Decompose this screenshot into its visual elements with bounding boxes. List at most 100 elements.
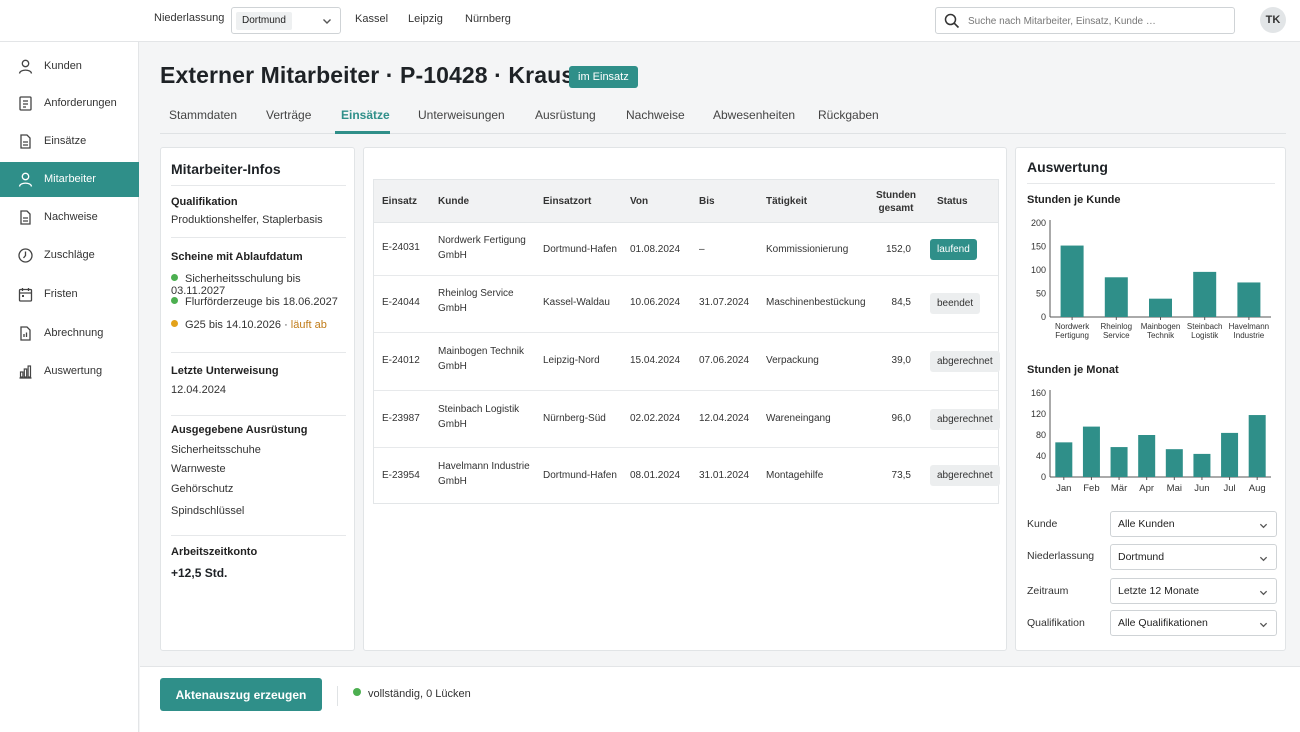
sidebar-item-kunden[interactable]: Kunden bbox=[0, 49, 139, 84]
table-row[interactable]: E-24012 Mainbogen Technik GmbH Leipzig-No… bbox=[374, 333, 1000, 391]
einsaetze-table-card: Einsatz Kunde Einsatzort Von Bis Tätigke… bbox=[363, 147, 1007, 651]
cell-bis: 31.07.2024 bbox=[699, 297, 750, 308]
column-header[interactable]: Einsatzort bbox=[543, 196, 591, 207]
qualifikation-value: Produktionshelfer, Staplerbasis bbox=[171, 214, 323, 226]
aktenauszug-button[interactable]: Aktenauszug erzeugen bbox=[160, 678, 322, 711]
cell-taetigkeit: Verpackung bbox=[766, 355, 819, 366]
status-badge: abgerechnet bbox=[930, 351, 1000, 372]
status-dot bbox=[171, 297, 178, 304]
status-dot bbox=[171, 320, 178, 327]
unterweisung-value: 12.04.2024 bbox=[171, 384, 227, 396]
x-tick-label: Mai bbox=[1167, 483, 1182, 494]
schein-item: Flurförderzeuge bis 18.06.2027 bbox=[171, 296, 338, 308]
tab-einsaetze[interactable]: Einsätze bbox=[341, 108, 390, 122]
tab-unterweisungen[interactable]: Unterweisungen bbox=[418, 108, 505, 122]
sidebar-item-fristen[interactable]: Fristen bbox=[0, 277, 139, 312]
column-header[interactable]: Einsatz bbox=[382, 196, 417, 207]
cell-stunden: 152,0 bbox=[885, 244, 911, 255]
chart-title-monat: Stunden je Monat bbox=[1027, 364, 1119, 376]
tab-rueckgaben[interactable]: Rückgaben bbox=[818, 108, 879, 122]
cell-einsatz: E-23987 bbox=[382, 413, 420, 424]
y-tick-label: 0 bbox=[1041, 312, 1046, 322]
sidebar-item-auswertung[interactable]: Auswertung bbox=[0, 354, 139, 389]
tab-ausruestung[interactable]: Ausrüstung bbox=[535, 108, 596, 122]
quick-link-leipzig[interactable]: Leipzig bbox=[408, 13, 443, 25]
filter-select-qualifikation[interactable]: Alle Qualifikationen bbox=[1110, 610, 1277, 636]
cell-stunden: 39,0 bbox=[891, 355, 911, 366]
quick-link-kassel[interactable]: Kassel bbox=[355, 13, 388, 25]
sidebar-item-label: Nachweise bbox=[44, 211, 98, 223]
search-icon bbox=[944, 13, 960, 29]
bar bbox=[1237, 282, 1261, 317]
bar bbox=[1165, 449, 1183, 477]
active-tab-indicator bbox=[335, 131, 390, 134]
avatar[interactable]: TK bbox=[1260, 7, 1286, 33]
filter-label-qualifikation: Qualifikation bbox=[1027, 617, 1085, 629]
tab-vertraege[interactable]: Verträge bbox=[266, 108, 311, 122]
cell-taetigkeit: Maschinenbestückung bbox=[766, 297, 866, 308]
chevron-down-icon bbox=[1259, 622, 1268, 628]
table-row[interactable]: E-23954 Havelmann Industrie GmbH Dortmund… bbox=[374, 448, 1000, 504]
tab-nachweise[interactable]: Nachweise bbox=[626, 108, 685, 122]
divider bbox=[171, 415, 346, 416]
search-input[interactable] bbox=[968, 12, 1228, 30]
completeness-status: vollständig, 0 Lücken bbox=[353, 688, 471, 700]
cell-kunde: Havelmann Industrie GmbH bbox=[438, 461, 530, 487]
sidebar-item-mitarbeiter[interactable]: Mitarbeiter bbox=[0, 162, 139, 197]
filter-label-zeitraum: Zeitraum bbox=[1027, 585, 1069, 597]
y-tick-label: 120 bbox=[1031, 409, 1046, 419]
cell-von: 10.06.2024 bbox=[630, 297, 681, 308]
column-header[interactable]: Stunden gesamt bbox=[876, 189, 916, 215]
x-tick-label: Rheinlog Service bbox=[1101, 322, 1133, 340]
divider bbox=[171, 237, 346, 238]
tab-stammdaten[interactable]: Stammdaten bbox=[169, 108, 237, 122]
filter-select-kunde[interactable]: Alle Kunden bbox=[1110, 511, 1277, 537]
divider bbox=[171, 535, 346, 536]
column-header[interactable]: Status bbox=[937, 196, 968, 207]
sidebar-item-einsaetze[interactable]: Einsätze bbox=[0, 124, 139, 159]
cell-kunde: Steinbach Logistik GmbH bbox=[438, 404, 520, 430]
column-header[interactable]: Von bbox=[630, 196, 648, 207]
search-box[interactable] bbox=[935, 7, 1235, 34]
table-row[interactable]: E-23987 Steinbach Logistik GmbH Nürnberg-… bbox=[374, 391, 1000, 448]
cell-einsatzort: Nürnberg-Süd bbox=[543, 413, 606, 424]
cell-kunde: Mainbogen Technik GmbH bbox=[438, 346, 524, 372]
quick-link-nuernberg[interactable]: Nürnberg bbox=[465, 13, 511, 25]
table-row[interactable]: E-24031 Nordwerk Fertigung GmbH Dortmund-… bbox=[374, 223, 998, 276]
sidebar-item-abrechnung[interactable]: Abrechnung bbox=[0, 316, 139, 351]
y-tick-label: 200 bbox=[1031, 218, 1046, 228]
column-header[interactable]: Bis bbox=[699, 196, 715, 207]
auswertung-card: Auswertung Stunden je Kunde 0 50 100 150 200… bbox=[1015, 147, 1286, 651]
divider bbox=[171, 352, 346, 353]
sidebar-item-label: Zuschläge bbox=[44, 249, 95, 261]
chevron-down-icon bbox=[1259, 556, 1268, 562]
y-tick-label: 50 bbox=[1036, 289, 1046, 299]
niederlassung-select[interactable]: Dortmund bbox=[231, 7, 341, 34]
cell-bis: – bbox=[699, 244, 705, 255]
schein-item: Sicherheitsschulung bis 03.11.2027 bbox=[171, 273, 301, 297]
table-row[interactable]: E-24044 Rheinlog Service GmbH Kassel-Wald… bbox=[374, 276, 998, 333]
chevron-down-icon bbox=[1259, 590, 1268, 596]
cell-taetigkeit: Wareneingang bbox=[766, 413, 831, 424]
sidebar-item-zuschlaege[interactable]: Zuschläge bbox=[0, 238, 139, 273]
sidebar-item-label: Anforderungen bbox=[44, 97, 117, 109]
top-bar: Niederlassung Dortmund Kassel Leipzig Nü… bbox=[0, 0, 1300, 42]
filter-select-niederlassung[interactable]: Dortmund bbox=[1110, 544, 1277, 570]
bar bbox=[1082, 426, 1100, 477]
cell-taetigkeit: Montagehilfe bbox=[766, 470, 824, 481]
tab-abwesenheiten[interactable]: Abwesenheiten bbox=[713, 108, 795, 122]
divider bbox=[1027, 183, 1275, 184]
sidebar-item-anforderungen[interactable]: Anforderungen bbox=[0, 86, 139, 121]
filter-select-zeitraum[interactable]: Letzte 12 Monate bbox=[1110, 578, 1277, 604]
card-title: Auswertung bbox=[1027, 159, 1108, 175]
select-value: Letzte 12 Monate bbox=[1118, 585, 1200, 597]
x-tick-label: Havelmann Industrie bbox=[1229, 322, 1269, 340]
column-header[interactable]: Kunde bbox=[438, 196, 469, 207]
sidebar-item-nachweise[interactable]: Nachweise bbox=[0, 200, 139, 235]
niederlassung-chip[interactable]: Dortmund bbox=[236, 12, 292, 30]
column-header[interactable]: Tätigkeit bbox=[766, 196, 807, 207]
cell-einsatzort: Dortmund-Hafen bbox=[543, 244, 617, 255]
tab-bar: Stammdaten Verträge Einsätze Unterweisun… bbox=[160, 98, 1286, 134]
divider bbox=[337, 686, 338, 706]
status-badge: abgerechnet bbox=[930, 409, 1000, 430]
